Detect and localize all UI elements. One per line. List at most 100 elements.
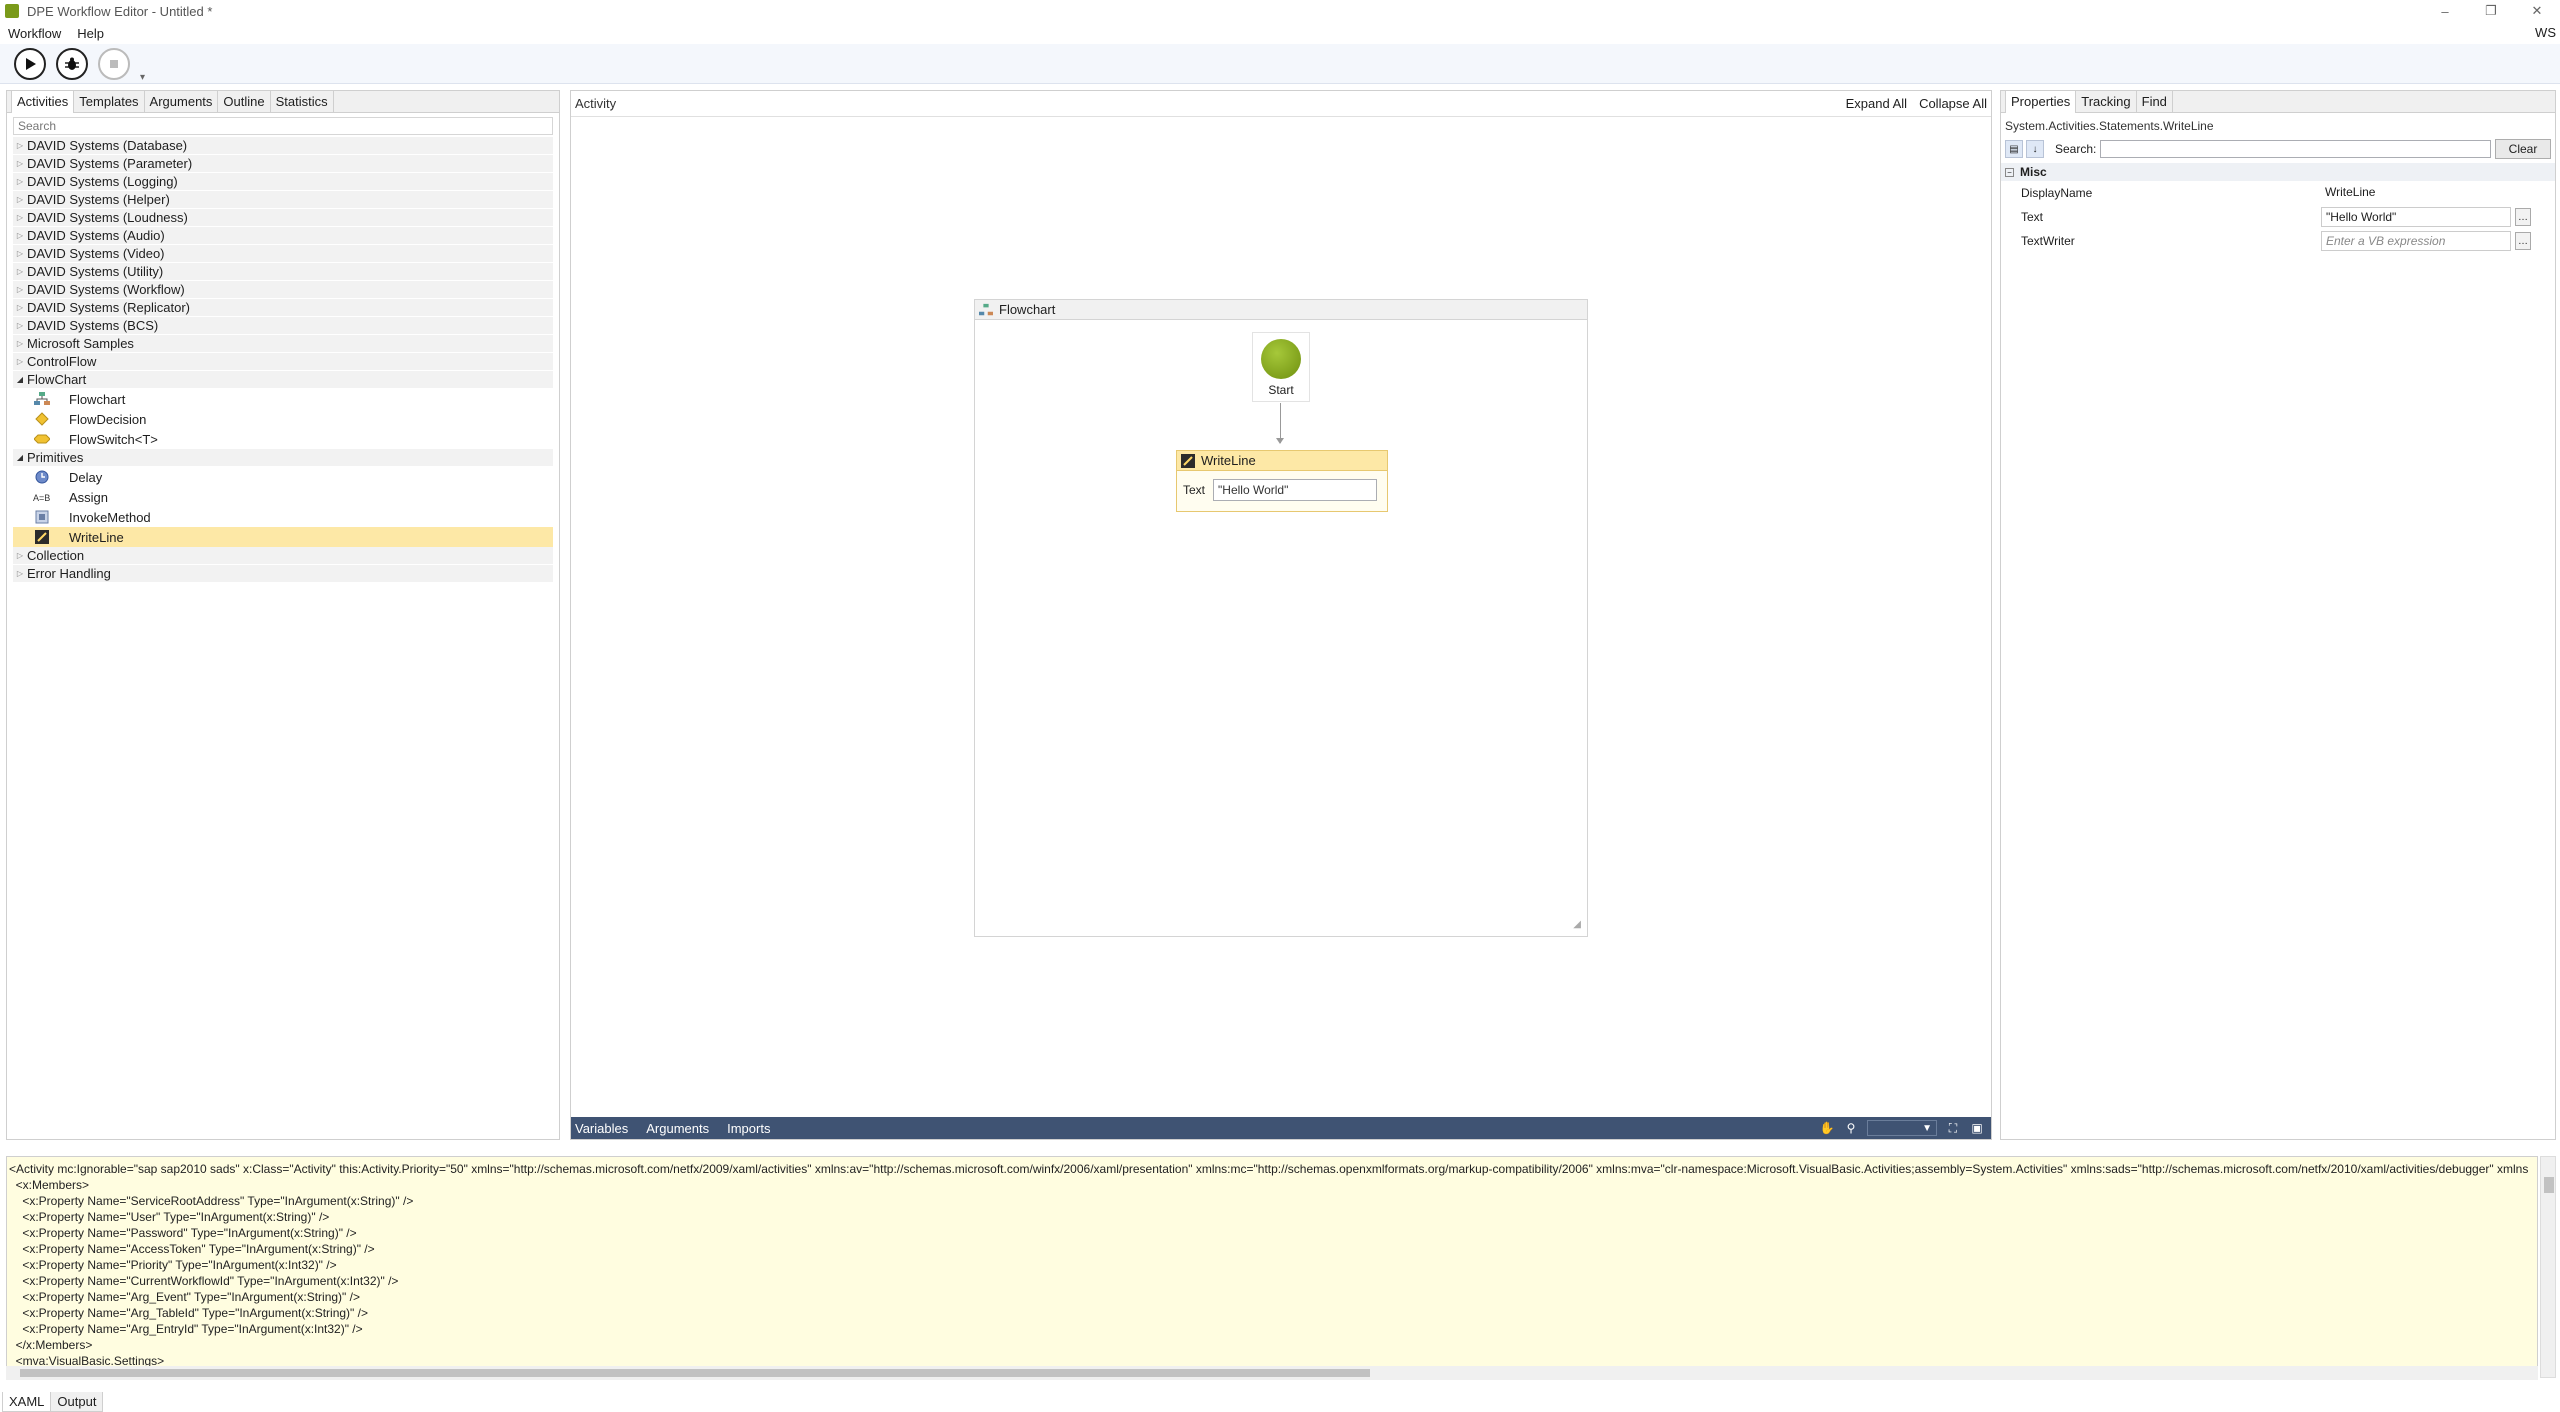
text-expression-input[interactable]: "Hello World" — [1213, 479, 1378, 501]
text-expression-editor-button[interactable]: … — [2515, 208, 2531, 226]
tab-statistics[interactable]: Statistics — [269, 90, 334, 112]
properties-panel: Properties Tracking Find System.Activiti… — [2000, 90, 2556, 1140]
category-helper[interactable]: ▷ DAVID Systems (Helper) — [13, 191, 553, 209]
category-label: Primitives — [27, 450, 84, 465]
category-workflow[interactable]: ▷ DAVID Systems (Workflow) — [13, 281, 553, 299]
flowchart-icon — [979, 303, 993, 317]
category-flowchart[interactable]: ◢ FlowChart — [13, 371, 553, 389]
method-icon — [33, 510, 51, 524]
designer-footer: Variables Arguments Imports ✋ ⚲ ▼ ⛶ ▣ — [571, 1117, 1991, 1139]
window-title: DPE Workflow Editor - Untitled * — [27, 3, 213, 19]
toolbox-item-label: Delay — [69, 469, 103, 485]
toolbar-overflow-icon[interactable]: ▾ — [140, 72, 146, 83]
category-primitives[interactable]: ◢ Primitives — [13, 449, 553, 467]
tab-designer-arguments[interactable]: Arguments — [646, 1121, 709, 1136]
workflow-designer: Activity Expand All Collapse All Flowcha… — [570, 90, 1992, 1140]
scroll-thumb[interactable] — [2544, 1177, 2554, 1193]
clear-button[interactable]: Clear — [2495, 139, 2551, 159]
zoom-magnifier-icon[interactable]: ⚲ — [1843, 1120, 1859, 1136]
overview-map-icon[interactable]: ▣ — [1969, 1120, 1985, 1136]
category-parameter[interactable]: ▷ DAVID Systems (Parameter) — [13, 155, 553, 173]
expand-arrow-icon: ▷ — [16, 321, 24, 330]
tab-xaml[interactable]: XAML — [2, 1392, 52, 1412]
toolbox-item-writeline[interactable]: WriteLine — [13, 527, 553, 547]
writeline-activity[interactable]: WriteLine Text "Hello World" — [1176, 450, 1388, 512]
tab-arguments[interactable]: Arguments — [143, 90, 219, 112]
selected-type-name: System.Activities.Statements.WriteLine — [2005, 119, 2214, 133]
start-node[interactable]: Start — [1252, 332, 1310, 402]
category-label: DAVID Systems (Database) — [27, 138, 188, 153]
stop-button[interactable] — [98, 47, 130, 80]
expand-arrow-icon: ▷ — [16, 285, 24, 294]
category-logging[interactable]: ▷ DAVID Systems (Logging) — [13, 173, 553, 191]
category-error-handling[interactable]: ▷ Error Handling — [13, 565, 553, 583]
sort-alpha-icon[interactable]: ↓ — [2026, 140, 2044, 158]
tab-outline[interactable]: Outline — [217, 90, 271, 112]
flowchart-activity[interactable]: Flowchart Start WriteLine Text "Hello Wo… — [974, 299, 1588, 937]
category-utility[interactable]: ▷ DAVID Systems (Utility) — [13, 263, 553, 281]
fit-to-screen-icon[interactable]: ⛶ — [1945, 1120, 1961, 1136]
user-initials[interactable]: WS — [2535, 25, 2556, 40]
property-category-misc[interactable]: − Misc — [2001, 163, 2555, 181]
xaml-code[interactable]: <Activity mc:Ignorable="sap sap2010 sads… — [7, 1157, 2537, 1373]
debug-button[interactable] — [56, 47, 88, 80]
writeline-header: WriteLine — [1177, 451, 1387, 471]
expand-all-link[interactable]: Expand All — [1846, 96, 1907, 111]
zoom-dropdown[interactable]: ▼ — [1867, 1120, 1937, 1136]
category-audio[interactable]: ▷ DAVID Systems (Audio) — [13, 227, 553, 245]
breadcrumb[interactable]: Activity — [575, 96, 616, 111]
app-icon — [5, 4, 19, 18]
menu-workflow[interactable]: Workflow — [0, 26, 69, 41]
scroll-thumb[interactable] — [20, 1369, 1370, 1377]
property-name: TextWriter — [2021, 234, 2075, 248]
writeline-icon — [1181, 453, 1195, 468]
category-loudness[interactable]: ▷ DAVID Systems (Loudness) — [13, 209, 553, 227]
textwriter-value-input[interactable]: Enter a VB expression — [2321, 231, 2511, 251]
toolbox-item-flowswitch[interactable]: FlowSwitch<T> — [13, 429, 553, 449]
toolbox-item-invokemethod[interactable]: InvokeMethod — [13, 507, 553, 527]
toolbox-item-delay[interactable]: Delay — [13, 467, 553, 487]
tab-variables[interactable]: Variables — [575, 1121, 628, 1136]
category-bcs[interactable]: ▷ DAVID Systems (BCS) — [13, 317, 553, 335]
collapse-all-link[interactable]: Collapse All — [1919, 96, 1987, 111]
toolbox-item-assign[interactable]: A=B Assign — [13, 487, 553, 507]
expand-arrow-icon: ▷ — [16, 159, 24, 168]
pan-hand-icon[interactable]: ✋ — [1819, 1120, 1835, 1136]
toolbox-search-input[interactable]: Search — [13, 117, 553, 135]
menu-bar: Workflow Help WS — [0, 22, 2560, 44]
run-button[interactable] — [14, 47, 46, 80]
toolbox-item-flowdecision[interactable]: FlowDecision — [13, 409, 553, 429]
tab-find[interactable]: Find — [2135, 90, 2173, 112]
tab-properties[interactable]: Properties — [2005, 90, 2077, 113]
xaml-vertical-scrollbar[interactable] — [2540, 1156, 2556, 1378]
category-replicator[interactable]: ▷ DAVID Systems (Replicator) — [13, 299, 553, 317]
resize-grip-icon[interactable]: ◢ — [1573, 919, 1581, 930]
tab-output[interactable]: Output — [50, 1392, 104, 1412]
toolbox-item-flowchart[interactable]: Flowchart — [13, 389, 553, 409]
start-label: Start — [1268, 383, 1294, 397]
category-microsoft-samples[interactable]: ▷ Microsoft Samples — [13, 335, 553, 353]
text-value-input[interactable]: "Hello World" — [2321, 207, 2511, 227]
toolbox-item-label: FlowDecision — [69, 411, 147, 427]
tab-imports[interactable]: Imports — [727, 1121, 770, 1136]
category-controlflow[interactable]: ▷ ControlFlow — [13, 353, 553, 371]
category-video[interactable]: ▷ DAVID Systems (Video) — [13, 245, 553, 263]
restore-button[interactable]: ❐ — [2468, 0, 2514, 22]
categorized-view-icon[interactable]: ▤ — [2005, 140, 2023, 158]
xaml-horizontal-scrollbar[interactable] — [6, 1366, 2538, 1380]
displayname-value[interactable]: WriteLine — [2321, 183, 2511, 203]
toolbox-item-label: Assign — [69, 489, 109, 505]
minimize-button[interactable]: – — [2422, 0, 2468, 22]
tab-tracking[interactable]: Tracking — [2075, 90, 2137, 112]
category-database[interactable]: ▷ DAVID Systems (Database) — [13, 137, 553, 155]
property-search-input[interactable] — [2100, 140, 2491, 158]
tab-templates[interactable]: Templates — [73, 90, 145, 112]
writeline-icon — [33, 530, 51, 544]
bottom-tabs: XAML Output — [0, 1390, 104, 1412]
xaml-editor[interactable]: <Activity mc:Ignorable="sap sap2010 sads… — [6, 1156, 2538, 1378]
close-button[interactable]: ✕ — [2514, 0, 2560, 22]
category-collection[interactable]: ▷ Collection — [13, 547, 553, 565]
menu-help[interactable]: Help — [69, 26, 112, 41]
textwriter-expression-editor-button[interactable]: … — [2515, 232, 2531, 250]
tab-activities[interactable]: Activities — [11, 90, 75, 113]
